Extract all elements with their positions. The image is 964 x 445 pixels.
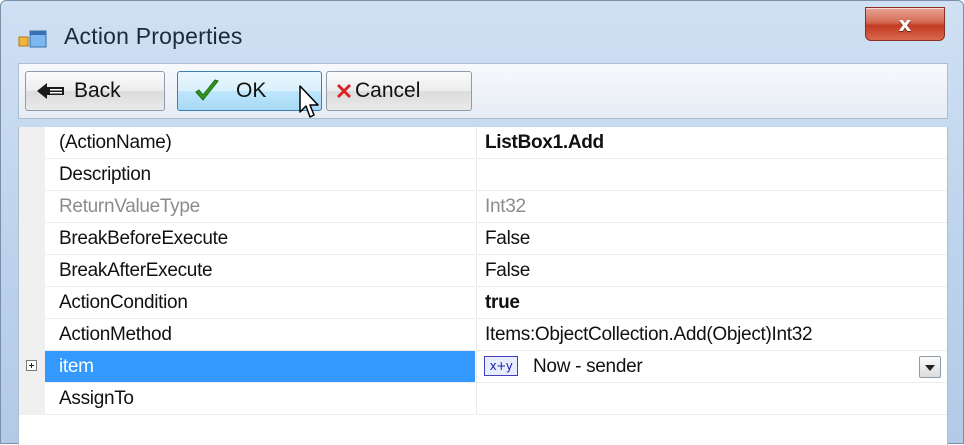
row-gutter <box>19 319 45 351</box>
property-name: BreakAfterExecute <box>45 255 475 287</box>
row-gutter <box>19 127 45 159</box>
expand-plus-icon[interactable] <box>26 360 37 371</box>
cancel-button[interactable]: Cancel <box>326 71 472 111</box>
row-gutter <box>19 383 45 415</box>
property-name: item <box>45 351 475 383</box>
properties-window-icon <box>18 30 47 48</box>
property-value[interactable]: False <box>476 223 947 255</box>
row-gutter <box>19 223 45 255</box>
property-name: ActionMethod <box>45 319 475 351</box>
property-name: Description <box>45 159 475 191</box>
title-bar[interactable]: Action Properties x <box>1 1 963 61</box>
property-name: (ActionName) <box>45 127 475 159</box>
dropdown-button[interactable] <box>919 356 941 378</box>
row-gutter <box>19 159 45 191</box>
property-value[interactable] <box>476 383 947 415</box>
item-value-text: Now - sender <box>533 356 643 377</box>
property-row-breakbeforeexecute[interactable]: BreakBeforeExecute False <box>19 223 947 255</box>
back-button[interactable]: Back <box>25 71 165 111</box>
close-icon: x <box>898 12 912 36</box>
property-row-description[interactable]: Description <box>19 159 947 191</box>
property-value[interactable]: true <box>476 287 947 319</box>
checkmark-icon <box>195 79 219 101</box>
property-row-assignto[interactable]: AssignTo <box>19 383 947 415</box>
property-name: AssignTo <box>45 383 475 415</box>
toolbar: Back OK Cancel <box>18 63 948 119</box>
property-value: Int32 <box>476 191 947 223</box>
property-value[interactable]: x+y Now - sender <box>476 351 947 383</box>
action-properties-window: Action Properties x Back OK Cancel (Acti… <box>0 0 964 445</box>
property-row-actionname[interactable]: (ActionName) ListBox1.Add <box>19 127 947 159</box>
close-button[interactable]: x <box>865 7 945 41</box>
math-expression-icon: x+y <box>484 356 518 376</box>
cancel-button-label: Cancel <box>355 79 421 102</box>
property-value[interactable]: ListBox1.Add <box>476 127 947 159</box>
window-title: Action Properties <box>64 23 243 49</box>
property-value[interactable] <box>476 159 947 191</box>
property-value[interactable]: False <box>476 255 947 287</box>
property-row-actioncondition[interactable]: ActionCondition true <box>19 287 947 319</box>
mouse-pointer-icon <box>299 85 319 118</box>
ok-button-label: OK <box>236 79 267 102</box>
property-row-actionmethod[interactable]: ActionMethod Items:ObjectCollection.Add(… <box>19 319 947 351</box>
property-name: ReturnValueType <box>45 191 475 223</box>
row-gutter <box>19 255 45 287</box>
back-button-label: Back <box>74 79 121 102</box>
row-gutter <box>19 287 45 319</box>
property-name: ActionCondition <box>45 287 475 319</box>
back-arrow-icon <box>37 83 64 99</box>
cancel-x-icon <box>337 84 351 98</box>
property-row-returnvaluetype[interactable]: ReturnValueType Int32 <box>19 191 947 223</box>
property-name: BreakBeforeExecute <box>45 223 475 255</box>
property-row-item[interactable]: item x+y Now - sender <box>19 351 947 383</box>
property-grid: (ActionName) ListBox1.Add Description Re… <box>18 127 948 445</box>
property-value[interactable]: Items:ObjectCollection.Add(Object)Int32 <box>476 319 947 351</box>
row-gutter <box>19 191 45 223</box>
property-row-breakafterexecute[interactable]: BreakAfterExecute False <box>19 255 947 287</box>
row-gutter <box>19 351 45 383</box>
